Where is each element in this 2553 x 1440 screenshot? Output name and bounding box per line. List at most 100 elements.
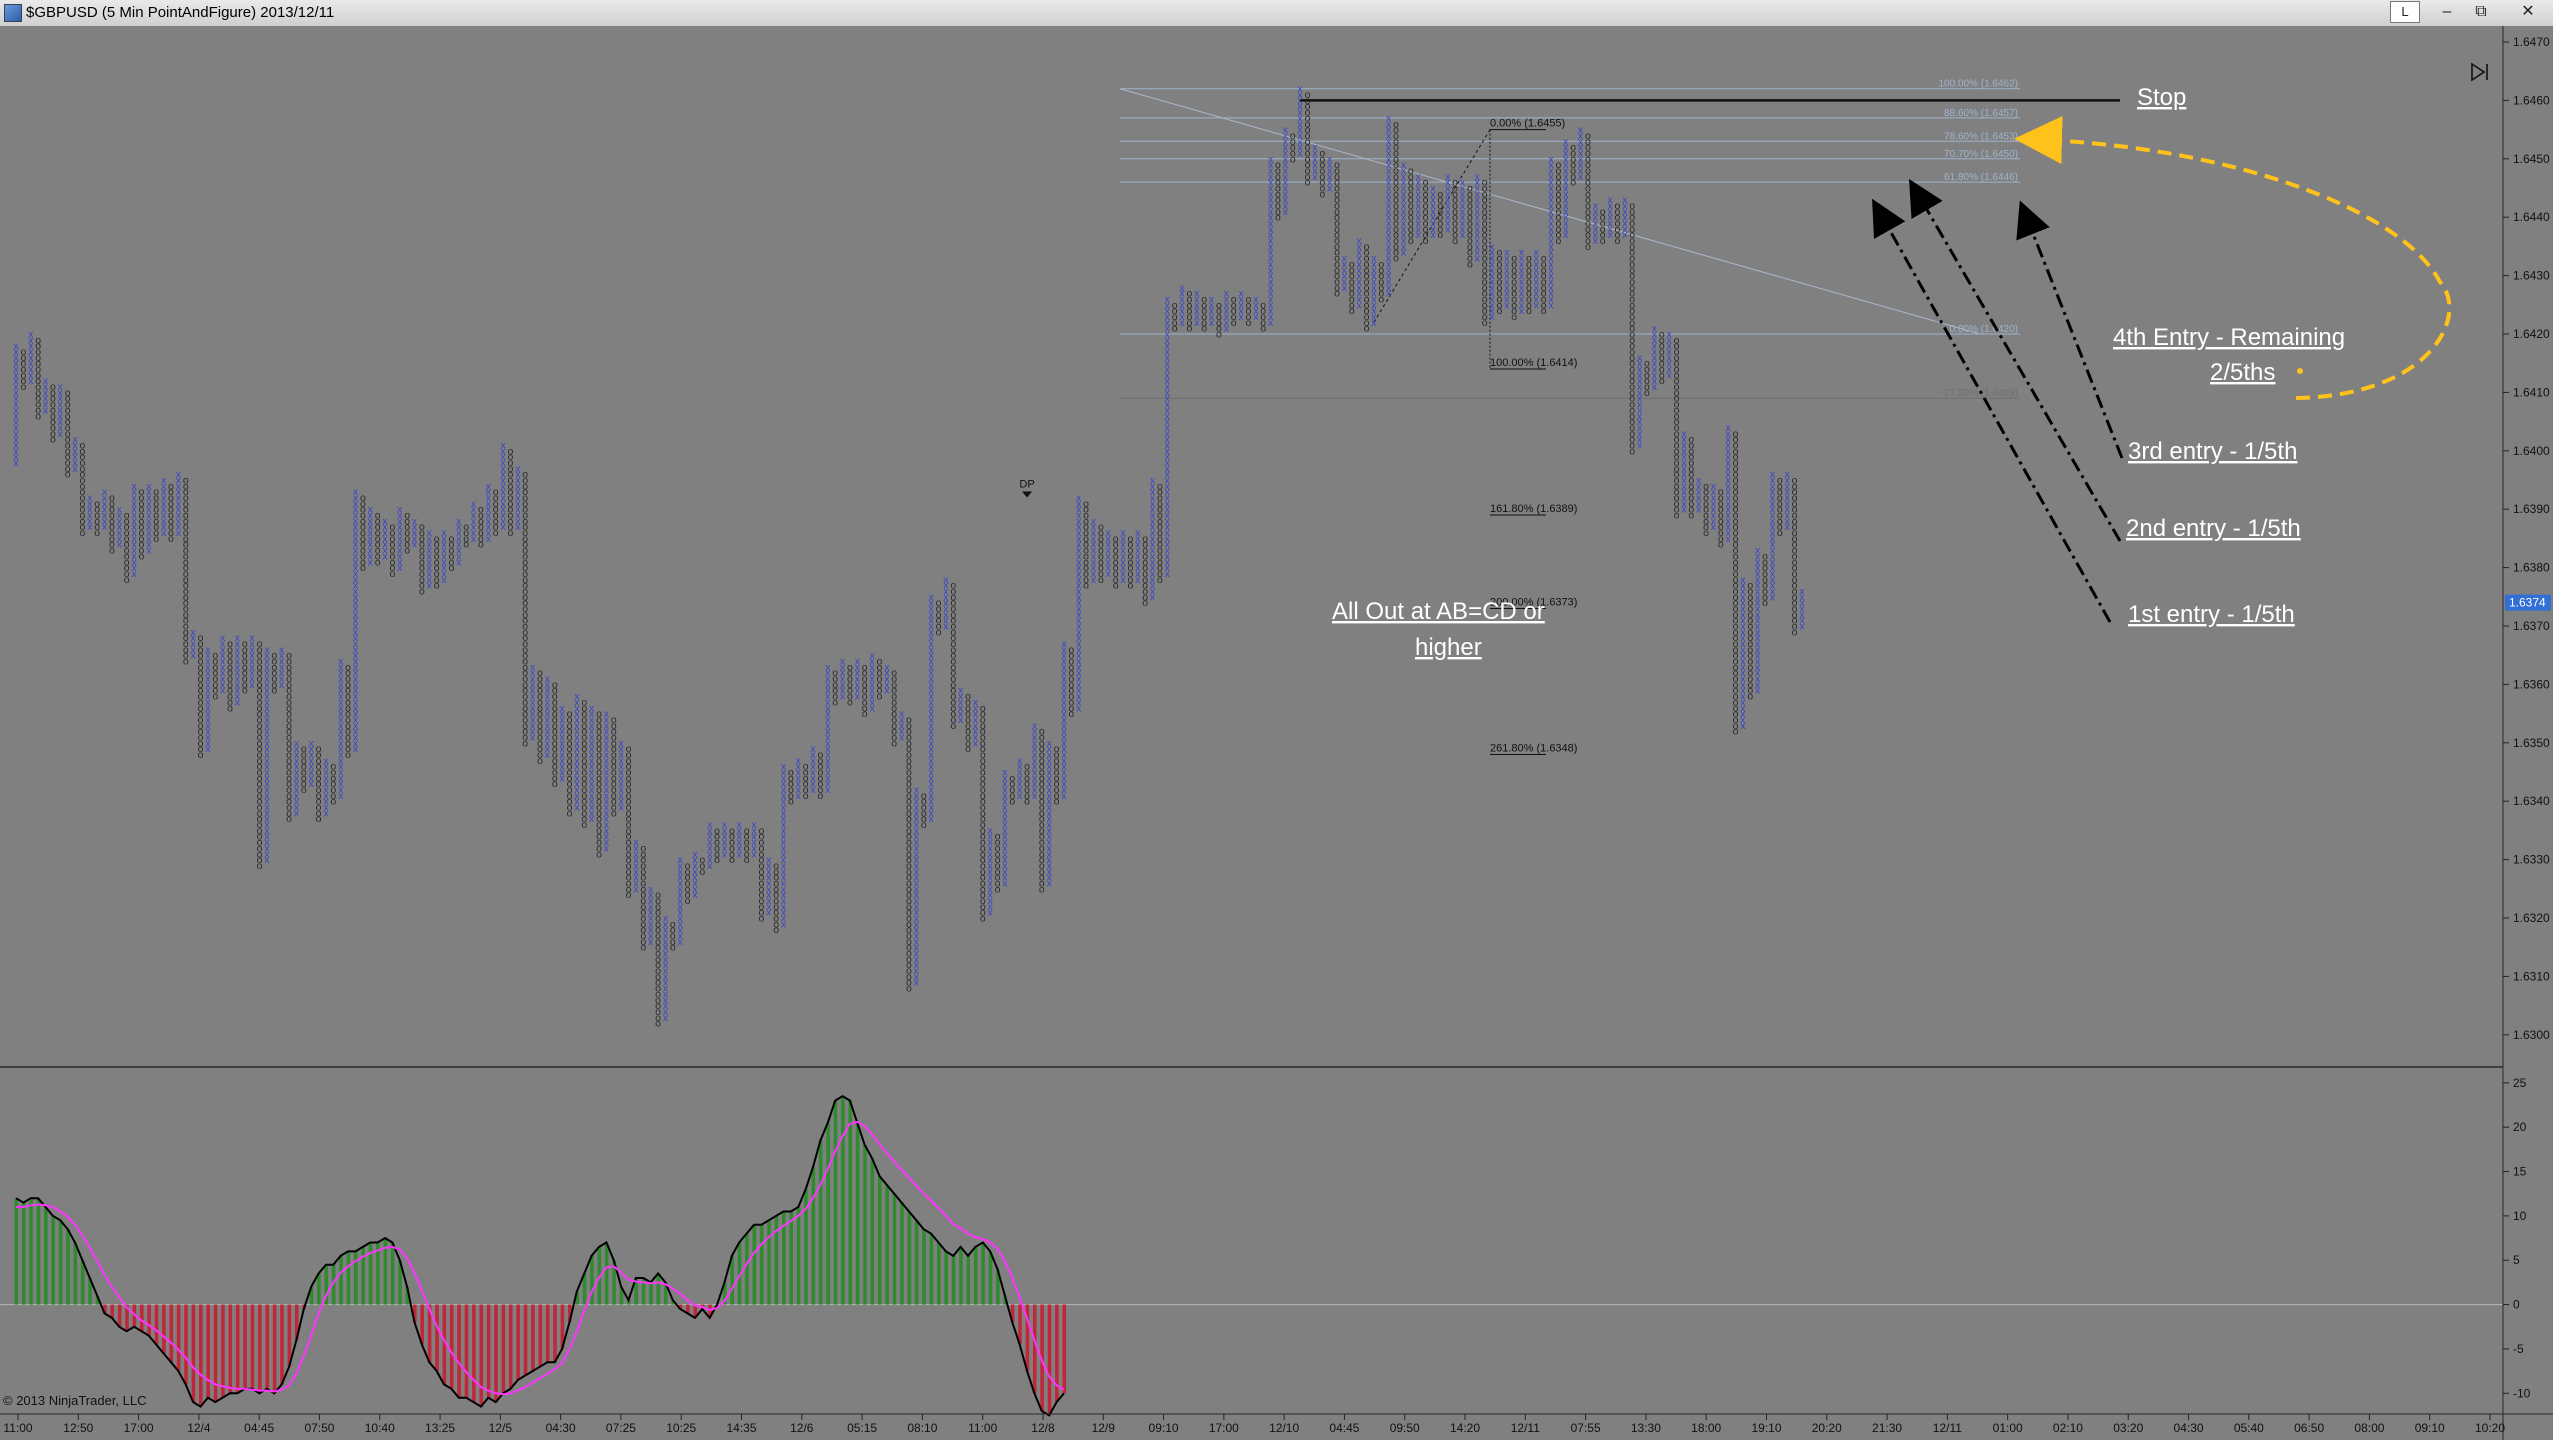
pnf-x-mark: x <box>722 819 728 831</box>
pnf-x-mark: x <box>1002 767 1008 779</box>
x-tick-label: 09:10 <box>2415 1421 2445 1435</box>
fib-extension-label: 0.00% (1.6455) <box>1490 118 1565 130</box>
pnf-column-o: ooooooooo <box>242 638 248 697</box>
pnf-column-o: ooooo <box>1246 293 1252 328</box>
histogram-bar <box>929 1233 934 1305</box>
x-tick-label: 05:15 <box>847 1421 877 1435</box>
pnf-o-mark: o <box>891 667 897 679</box>
pnf-o-mark: o <box>1467 183 1473 195</box>
price-tick-label: 1.6350 <box>2513 736 2550 750</box>
pnf-o-mark: o <box>921 790 927 802</box>
pnf-o-mark: o <box>35 334 41 346</box>
pnf-column-o: oooooooooooo <box>227 638 233 714</box>
pnf-o-mark: o <box>434 533 440 545</box>
pnf-o-mark: o <box>758 825 764 837</box>
pnf-o-mark: o <box>1024 761 1030 773</box>
pnf-column-x: xxxxxxxxxxxx <box>1357 235 1363 311</box>
pnf-x-mark: x <box>486 480 492 492</box>
pnf-x-mark: x <box>338 656 344 668</box>
histogram-bar <box>110 1304 115 1318</box>
pnf-column-x: xxxxxxx <box>1622 194 1628 241</box>
pnf-column-x: xxxxxxxxxxxxxxxxxxxx <box>1726 422 1732 545</box>
pnf-x-mark: x <box>1755 545 1761 557</box>
pnf-o-mark: o <box>1688 434 1694 446</box>
pnf-column-x: xxxxxxxxxxxxxxx <box>1475 171 1481 265</box>
osc-tick-label: 0 <box>2513 1298 2520 1312</box>
price-tick-label: 1.6340 <box>2513 794 2550 808</box>
pnf-column-o: oooooo <box>448 533 454 574</box>
x-tick-label: 19:10 <box>1751 1421 1781 1435</box>
x-tick-label: 14:35 <box>726 1421 756 1435</box>
pnf-x-mark: x <box>899 708 905 720</box>
pnf-column-x: xxxxxxxxxxxxxxxxxxxxxxxxx <box>1755 545 1761 697</box>
pnf-x-mark: x <box>1534 247 1540 259</box>
pnf-column-x: xxxxxxxxxxxxxxxxxxxxxx <box>825 661 831 796</box>
pnf-column-x: xxxxxx <box>958 685 964 726</box>
pnf-x-mark: x <box>1593 200 1599 212</box>
close-button[interactable]: ✕ <box>2512 2 2544 22</box>
pnf-column-o: oooooooooooooooo <box>1305 89 1311 189</box>
pnf-x-mark: x <box>1357 235 1363 247</box>
pnf-o-mark: o <box>109 492 115 504</box>
pnf-x-mark: x <box>1179 282 1185 294</box>
pnf-o-mark: o <box>345 661 351 673</box>
histogram-bar <box>51 1215 55 1305</box>
pnf-column-x: xxxxxxxxxx <box>161 475 167 540</box>
pnf-column-x: xxxxxxx <box>279 644 285 691</box>
pnf-x-mark: x <box>1106 527 1112 539</box>
pnf-x-mark: x <box>914 784 920 796</box>
pnf-column-o: oooooooooooooooo <box>79 439 85 539</box>
ninjatrader-app-icon <box>4 4 22 22</box>
histogram-bar <box>243 1304 247 1389</box>
pnf-o-mark: o <box>1231 293 1237 305</box>
pnf-column-x: xxxxxxxxx <box>28 329 34 388</box>
layout-button[interactable]: L <box>2390 1 2420 23</box>
pnf-column-x: xxxxxxxxxxxxxxxxxxxxxxxx <box>604 708 610 854</box>
histogram-bar <box>885 1184 889 1305</box>
x-tick-label: 12/10 <box>1269 1421 1299 1435</box>
histogram-bar <box>604 1242 609 1305</box>
x-tick-label: 12/11 <box>1933 1421 1962 1435</box>
histogram-bar <box>1032 1304 1037 1394</box>
x-tick-label: 13:25 <box>425 1421 455 1435</box>
pnf-o-mark: o <box>980 702 986 714</box>
chart-area[interactable]: 100.00% (1.6462) 88.60% (1.6457) 78.60% (1… <box>0 26 2553 1440</box>
pnf-o-mark: o <box>522 469 528 481</box>
pnf-column-x: xxxxxx <box>1312 142 1318 183</box>
pnf-o-mark: o <box>20 346 26 358</box>
pnf-o-mark: o <box>124 510 130 522</box>
pnf-o-mark: o <box>729 825 735 837</box>
pnf-o-mark: o <box>1083 498 1089 510</box>
pnf-o-mark: o <box>183 475 189 487</box>
pnf-x-mark: x <box>427 527 433 539</box>
fib-retracement-label: 70.70% (1.6450) <box>1944 149 2018 160</box>
minimize-button[interactable]: – <box>2432 2 2462 22</box>
histogram-bar <box>154 1304 159 1345</box>
pnf-column-x: xxxxxx <box>722 819 728 860</box>
histogram-bar <box>176 1304 181 1372</box>
pnf-column-o: oooooooooo <box>1054 743 1060 808</box>
histogram-bar <box>457 1304 461 1398</box>
histogram-bar <box>479 1304 484 1407</box>
pnf-o-mark: o <box>375 510 381 522</box>
pnf-o-mark: o <box>1615 200 1621 212</box>
pnf-o-mark: o <box>316 743 322 755</box>
histogram-bar <box>922 1229 926 1305</box>
pnf-x-mark: x <box>43 375 49 387</box>
histogram-bar <box>907 1211 912 1305</box>
pnf-column-o: ooooooo <box>847 661 853 708</box>
pnf-x-mark: x <box>973 696 979 708</box>
pnf-column-x: xxxxx <box>884 661 890 696</box>
pnf-x-mark: x <box>1475 171 1481 183</box>
pnf-o-mark: o <box>1246 293 1252 305</box>
pnf-column-x: xxxxxxxxxxxxx <box>294 737 300 819</box>
annotation-text: 3rd entry - 1/5th <box>2128 438 2297 465</box>
histogram-bar <box>36 1198 41 1305</box>
pnf-column-x: xxxxxxxxxxxxx <box>1032 720 1038 802</box>
pnf-o-mark: o <box>847 661 853 673</box>
pnf-o-mark: o <box>1585 130 1591 142</box>
pnf-column-o: oooooo <box>788 767 794 808</box>
restore-button[interactable]: ⧉ <box>2466 2 2496 22</box>
pnf-o-mark: o <box>1762 550 1768 562</box>
pnf-x-mark: x <box>220 632 226 644</box>
